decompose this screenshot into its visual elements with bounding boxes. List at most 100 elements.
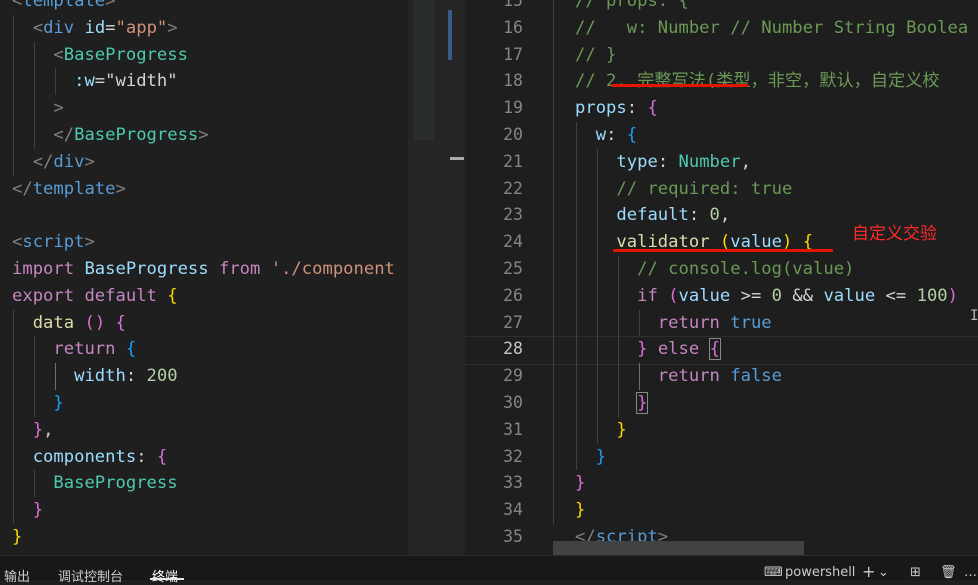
code-token: "width" [105,71,178,92]
code-line: components: { [12,444,395,471]
line-number-gutter: 15 16 17 18 19 20 21 22 23 24 25 26 27 28 29 30 31 32 33 34… [465,0,523,555]
code-token: "app" [115,17,168,38]
code-line: w: { [575,122,968,149]
code-token: BaseProgress [74,124,199,145]
code-token: < [32,17,44,38]
code-token: // } [575,44,617,65]
line-number: 29 [503,366,523,386]
code-line: :w="width" [12,68,395,95]
left-scrollbar-thumb[interactable] [448,10,452,60]
indent-guide [597,148,598,444]
code-token: type [616,151,658,172]
code-token: < [53,44,64,65]
code-token: 200 [146,366,178,387]
code-token: 100 [916,285,948,306]
terminal-icon: ⌨ [764,565,783,580]
line-number: 19 [503,98,523,118]
code-token: { [115,312,126,333]
horizontal-scrollbar-thumb[interactable] [553,541,804,555]
code-line: props: { [575,95,968,122]
indent-guide [55,68,56,96]
code-line: <div id="app"> [12,15,395,42]
code-token: div [43,17,75,38]
code-line: export default { [12,283,395,310]
split-terminal-icon[interactable]: ⊞ [910,565,921,580]
line-number: 32 [503,446,523,466]
tab-terminal[interactable]: 终端 [152,566,178,585]
code-token: // w: Number // Number String Boolea [575,17,969,38]
code-line: </BaseProgress> [12,122,395,149]
code-token: > [84,232,95,253]
line-number: 33 [503,473,523,493]
code-token: } [595,446,607,467]
code-token: 0 [771,285,783,306]
code-token: } [53,392,64,413]
code-token: :w [74,71,95,92]
code-token: value [823,285,876,306]
code-token: : [136,446,157,467]
code-token: > [53,98,64,119]
line-number: 27 [503,312,523,332]
tab-debug-console[interactable]: 调试控制台 [58,566,123,585]
code-token: import [12,258,75,279]
code-token: : [657,151,679,172]
tab-output[interactable]: 输出 [4,566,30,585]
code-line: <script> [12,229,395,256]
code-token: './component [270,258,395,279]
left-scroll-marker [450,157,464,160]
left-minimap[interactable] [414,0,434,140]
code-token: } [636,391,649,414]
indent-guide [13,14,14,176]
more-actions-icon[interactable]: … [964,565,977,580]
code-line: }, [12,417,395,444]
code-line: </template> [12,176,395,203]
code-token: > [84,151,95,172]
code-token: return [657,366,720,387]
code-token: // props: { [575,0,689,11]
line-number: 21 [503,151,523,171]
code-token: } [637,339,648,360]
code-line: return false [575,363,968,390]
code-token: 0 [709,205,720,226]
code-token: : [626,98,648,119]
trash-icon[interactable]: 🗑 [940,565,957,580]
shell-selector[interactable]: powershell [785,565,855,580]
code-token: : [606,124,627,145]
code-token: BaseProgress [53,473,178,494]
line-number: 23 [503,205,523,225]
code-token: else [657,339,700,360]
code-line: <template> [12,0,395,15]
code-line: } [12,497,395,524]
code-token: // required: true [616,178,793,199]
code-token: , [719,205,731,226]
line-number: 22 [503,178,523,198]
indent-guide [639,309,640,337]
left-editor[interactable]: <template> <div id="app"> <BaseProgress … [0,0,408,555]
code-token: width [74,366,126,387]
code-line: // } [575,42,968,69]
code-line: type: Number, [575,149,968,176]
code-token: props [575,98,627,119]
code-token: { [708,338,721,361]
code-line: import BaseProgress from './component [12,256,395,283]
code-token: } [12,526,23,547]
add-terminal-icon[interactable]: + [862,562,875,581]
chevron-down-icon[interactable]: ⌄ [878,565,889,580]
line-number: 34 [503,500,523,520]
